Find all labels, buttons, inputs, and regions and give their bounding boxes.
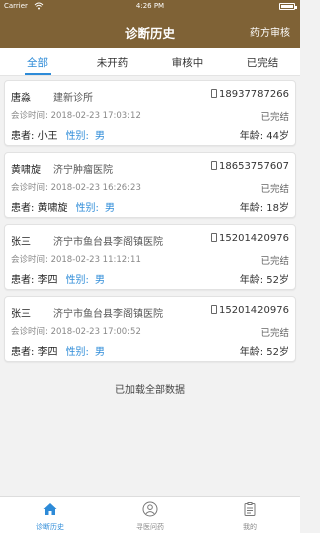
phone-number[interactable]: 18653757607	[211, 161, 289, 172]
clipboard-icon	[244, 502, 256, 516]
record-card[interactable]: 唐淼 建新诊所 18937787266 会诊时间: 2018-02-23 17:…	[4, 80, 296, 146]
status-label: 已完结	[260, 328, 289, 339]
patient-info: 患者: 黄啸旋 性别: 男	[11, 203, 115, 214]
phone-number[interactable]: 18937787266	[211, 89, 289, 100]
status-time: 4:26 PM	[135, 2, 165, 10]
nav-bar: 诊断历史 药方审核	[0, 14, 300, 48]
doctor-name: 唐淼	[11, 93, 31, 104]
list-end-text: 已加载全部数据	[115, 385, 185, 396]
tabbar-item-mine[interactable]: 我的	[200, 497, 300, 533]
battery-icon	[279, 3, 297, 10]
tabbar-item-history[interactable]: 诊断历史	[0, 497, 100, 533]
consult-time: 会诊时间: 2018-02-23 11:12:11	[11, 255, 141, 265]
patient-age: 年龄: 52岁	[239, 275, 289, 286]
patient-info: 患者: 李四 性别: 男	[11, 275, 105, 286]
patient-info: 患者: 小王 性别: 男	[11, 131, 105, 142]
status-label: 已完结	[260, 184, 289, 195]
patient-age: 年龄: 52岁	[239, 347, 289, 358]
record-card[interactable]: 张三 济宁市鱼台县李阁镇医院 15201420976 会诊时间: 2018-02…	[4, 224, 296, 290]
phone-icon	[211, 161, 217, 170]
record-card[interactable]: 黄啸旋 济宁肿瘤医院 18653757607 会诊时间: 2018-02-23 …	[4, 152, 296, 218]
doctor-name: 张三	[11, 309, 31, 320]
bottom-tab-bar: 诊断历史 寻医问药 我的	[0, 496, 300, 533]
patient-age: 年龄: 18岁	[239, 203, 289, 214]
filter-tabs: 全部 未开药 审核中 已完结	[0, 48, 300, 76]
phone-icon	[211, 305, 217, 314]
status-label: 已完结	[260, 256, 289, 267]
patient-age: 年龄: 44岁	[239, 131, 289, 142]
tab-completed[interactable]: 已完结	[225, 48, 300, 75]
phone-number[interactable]: 15201420976	[211, 305, 289, 316]
consult-time: 会诊时间: 2018-02-23 17:00:52	[11, 327, 141, 337]
hospital-name: 济宁市鱼台县李阁镇医院	[53, 237, 163, 248]
phone-number[interactable]: 15201420976	[211, 233, 289, 244]
tab-under-review[interactable]: 审核中	[150, 48, 225, 75]
status-bar: Carrier 4:26 PM	[0, 0, 300, 14]
hospital-name: 济宁市鱼台县李阁镇医院	[53, 309, 163, 320]
hospital-name: 济宁肿瘤医院	[53, 165, 113, 176]
consult-time: 会诊时间: 2018-02-23 16:26:23	[11, 183, 141, 193]
doctor-name: 黄啸旋	[11, 165, 41, 176]
status-label: 已完结	[260, 112, 289, 123]
user-icon	[142, 501, 158, 517]
tab-all[interactable]: 全部	[0, 48, 75, 75]
tab-not-prescribed[interactable]: 未开药	[75, 48, 150, 75]
hospital-name: 建新诊所	[53, 93, 93, 104]
home-icon	[43, 503, 57, 515]
phone-icon	[211, 233, 217, 242]
tabbar-item-consult[interactable]: 寻医问药	[100, 497, 200, 533]
prescription-review-button[interactable]: 药方审核	[250, 24, 290, 39]
phone-icon	[211, 89, 217, 98]
patient-info: 患者: 李四 性别: 男	[11, 347, 105, 358]
doctor-name: 张三	[11, 237, 31, 248]
record-card[interactable]: 张三 济宁市鱼台县李阁镇医院 15201420976 会诊时间: 2018-02…	[4, 296, 296, 362]
consult-time: 会诊时间: 2018-02-23 17:03:12	[11, 111, 141, 121]
